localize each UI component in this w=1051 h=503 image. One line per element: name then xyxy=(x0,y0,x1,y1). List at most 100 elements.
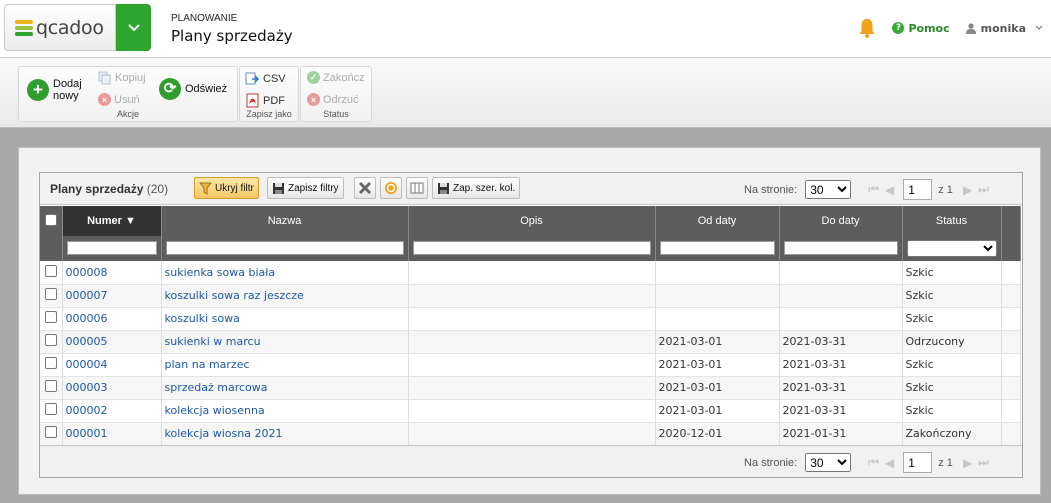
row-checkbox-cell[interactable] xyxy=(40,376,63,400)
row-number-link[interactable]: 000007 xyxy=(62,284,162,308)
row-checkbox-cell[interactable] xyxy=(40,284,63,308)
row-checkbox-cell[interactable] xyxy=(40,261,63,285)
export-csv-button[interactable]: CSV xyxy=(245,71,286,86)
row-description xyxy=(408,284,656,308)
copy-button[interactable]: Kopiuj xyxy=(98,71,146,85)
logo[interactable]: qcadoo xyxy=(4,4,116,51)
row-date-from: 2020-12-01 xyxy=(655,422,780,446)
delete-button[interactable]: × Usuń xyxy=(98,93,140,106)
page-input[interactable] xyxy=(903,452,933,473)
row-name-link[interactable]: sprzedaż marcowa xyxy=(161,376,409,400)
save-icon xyxy=(438,182,449,194)
table-row[interactable]: 000001 kolekcja wiosna 2021 2020-12-01 2… xyxy=(40,422,1021,446)
table-row[interactable]: 000008 sukienka sowa biała Szkic xyxy=(40,261,1021,285)
column-header-number[interactable]: Numer ▼ xyxy=(62,206,162,236)
row-checkbox[interactable] xyxy=(44,334,57,346)
table-row[interactable]: 000006 koszulki sowa Szkic xyxy=(40,307,1021,331)
row-name-link[interactable]: koszulki sowa raz jeszcze xyxy=(161,284,409,308)
row-name-link[interactable]: sukienka sowa biała xyxy=(161,261,409,285)
row-number-link[interactable]: 000008 xyxy=(62,261,162,285)
user-menu[interactable]: monika xyxy=(965,22,1043,35)
reject-button[interactable]: × Odrzuć xyxy=(307,93,358,106)
column-header-name[interactable]: Nazwa xyxy=(161,206,409,236)
table-row[interactable]: 000005 sukienki w marcu 2021-03-01 2021-… xyxy=(40,330,1021,354)
next-page-icon[interactable]: ▶ xyxy=(963,183,972,197)
row-number-link[interactable]: 000005 xyxy=(62,330,162,354)
user-icon xyxy=(965,22,976,34)
hide-filter-button[interactable]: Ukryj filtr xyxy=(194,177,259,199)
row-number-link[interactable]: 000006 xyxy=(62,307,162,331)
row-checkbox[interactable] xyxy=(44,426,57,438)
row-name-link[interactable]: koszulki sowa xyxy=(161,307,409,331)
per-page-select[interactable]: 30 xyxy=(805,453,852,472)
page-input[interactable] xyxy=(903,179,933,200)
main-menu-button[interactable] xyxy=(116,4,151,51)
row-number-link[interactable]: 000001 xyxy=(62,422,162,446)
first-page-icon[interactable]: ⏮ xyxy=(868,455,879,470)
row-checkbox[interactable] xyxy=(44,264,57,277)
filter-date-to-input[interactable] xyxy=(783,241,898,256)
row-checkbox-cell[interactable] xyxy=(40,399,63,423)
filter-status-select[interactable] xyxy=(906,240,997,257)
row-name-link[interactable]: kolekcja wiosna 2021 xyxy=(161,422,409,446)
last-page-icon[interactable]: ⏭ xyxy=(978,182,989,197)
per-page-select[interactable]: 30 xyxy=(805,180,852,199)
select-all-header[interactable] xyxy=(40,206,63,236)
bell-icon[interactable] xyxy=(858,18,876,38)
reset-sort-button[interactable] xyxy=(380,177,402,199)
breadcrumb-section: PLANOWANIE xyxy=(171,13,238,24)
filter-description-input[interactable] xyxy=(412,241,651,256)
row-number-link[interactable]: 000003 xyxy=(62,376,162,400)
row-checkbox-cell[interactable] xyxy=(40,422,63,446)
page-count: z 1 xyxy=(938,183,953,196)
row-date-from: 2021-03-01 xyxy=(655,376,780,400)
row-date-to: 2021-03-31 xyxy=(779,330,903,354)
help-label: Pomoc xyxy=(908,21,950,35)
row-name-link[interactable]: kolekcja wiosenna xyxy=(161,399,409,423)
column-header-description[interactable]: Opis xyxy=(408,206,656,236)
column-header-date-to[interactable]: Do daty xyxy=(779,206,903,236)
delete-icon: × xyxy=(98,93,111,106)
save-filters-button[interactable]: Zapisz filtry xyxy=(267,177,344,199)
help-link[interactable]: ? Pomoc xyxy=(892,21,950,35)
row-checkbox-cell[interactable] xyxy=(40,353,63,377)
column-header-date-from[interactable]: Od daty xyxy=(655,206,780,236)
finish-button[interactable]: ✓ Zakończ xyxy=(307,71,365,84)
row-number-link[interactable]: 000004 xyxy=(62,353,162,377)
refresh-button[interactable]: ⟳ Odśwież xyxy=(159,78,227,100)
table-row[interactable]: 000003 sprzedaż marcowa 2021-03-01 2021-… xyxy=(40,376,1021,400)
row-checkbox[interactable] xyxy=(44,288,57,300)
clear-filters-button[interactable] xyxy=(354,177,376,199)
page-count: z 1 xyxy=(938,456,953,469)
filter-number-input[interactable] xyxy=(66,241,157,256)
table-row[interactable]: 000007 koszulki sowa raz jeszcze Szkic xyxy=(40,284,1021,308)
prev-page-icon[interactable]: ◀ xyxy=(885,183,894,197)
add-new-button[interactable]: + Dodaj nowy xyxy=(27,78,82,102)
first-page-icon[interactable]: ⏮ xyxy=(868,182,879,197)
row-checkbox[interactable] xyxy=(44,357,57,369)
row-description xyxy=(408,422,656,446)
filter-name-input[interactable] xyxy=(165,241,404,256)
save-column-width-button[interactable]: Zap. szer. kol. xyxy=(432,177,521,199)
filter-date-from-input[interactable] xyxy=(659,241,775,256)
export-pdf-button[interactable]: PDF xyxy=(245,93,285,108)
prev-page-icon[interactable]: ◀ xyxy=(885,456,894,470)
row-checkbox[interactable] xyxy=(44,380,57,392)
row-checkbox-cell[interactable] xyxy=(40,330,63,354)
row-name-link[interactable]: sukienki w marcu xyxy=(161,330,409,354)
row-name-link[interactable]: plan na marzec xyxy=(161,353,409,377)
group-label-save-as: Zapisz jako xyxy=(246,109,292,119)
row-date-to: 2021-03-31 xyxy=(779,353,903,377)
last-page-icon[interactable]: ⏭ xyxy=(978,455,989,470)
grid-title: Plany sprzedaży (20) xyxy=(50,182,168,196)
table-row[interactable]: 000002 kolekcja wiosenna 2021-03-01 2021… xyxy=(40,399,1021,423)
row-checkbox[interactable] xyxy=(44,311,57,323)
row-number-link[interactable]: 000002 xyxy=(62,399,162,423)
column-header-status[interactable]: Status xyxy=(902,206,1002,236)
next-page-icon[interactable]: ▶ xyxy=(963,456,972,470)
row-checkbox[interactable] xyxy=(44,403,57,415)
table-row[interactable]: 000004 plan na marzec 2021-03-01 2021-03… xyxy=(40,353,1021,377)
row-checkbox-cell[interactable] xyxy=(40,307,63,331)
select-all-checkbox[interactable] xyxy=(44,213,57,226)
columns-button[interactable] xyxy=(406,177,428,199)
